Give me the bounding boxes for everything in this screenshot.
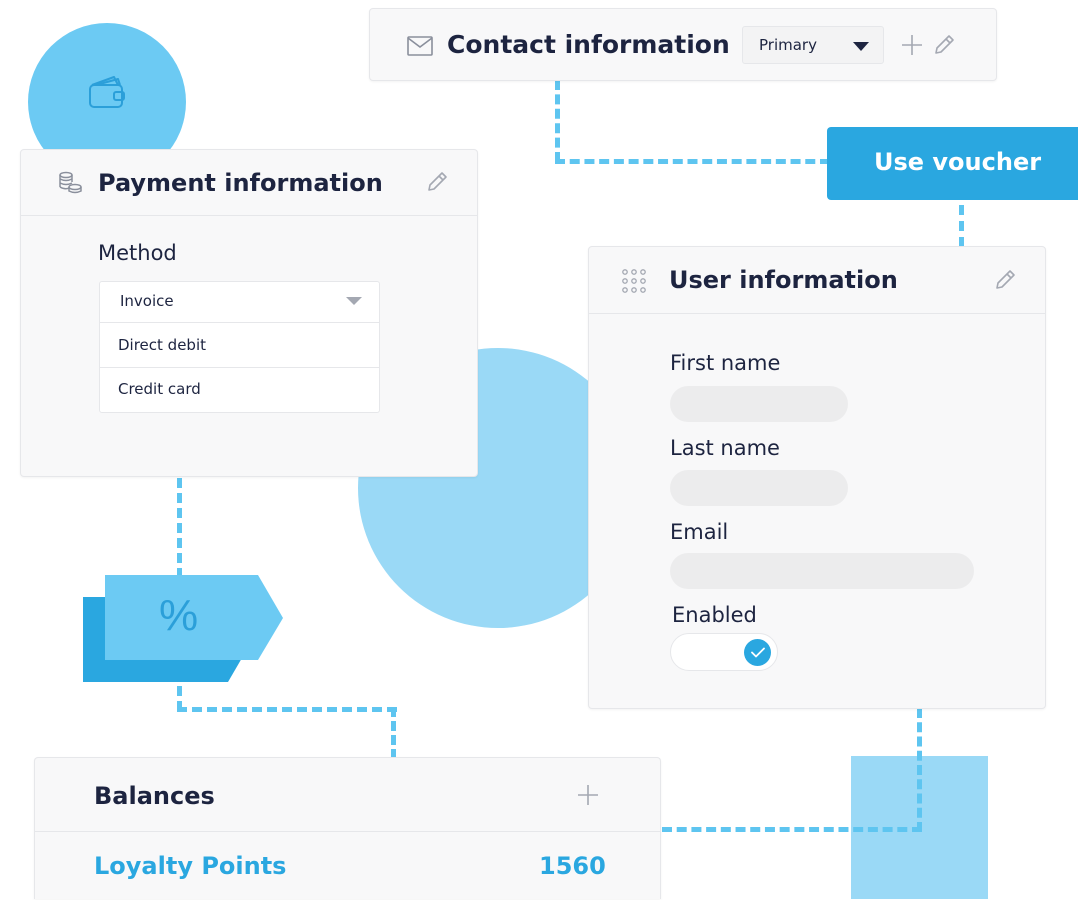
envelope-icon [407, 36, 433, 56]
payment-information-card: Payment information Method Invoice Direc… [20, 149, 478, 477]
connector [177, 478, 182, 578]
toggle-knob [744, 639, 771, 666]
user-information-title: User information [669, 266, 898, 294]
connector [917, 708, 922, 832]
percent-symbol: % [159, 591, 199, 640]
last-name-field[interactable] [670, 470, 848, 506]
plus-icon[interactable] [902, 35, 922, 55]
first-name-field[interactable] [670, 386, 848, 422]
balance-name: Loyalty Points [94, 852, 287, 880]
contact-type-select[interactable]: Primary [742, 26, 884, 64]
use-voucher-label: Use voucher [874, 148, 1042, 176]
payment-information-title: Payment information [98, 169, 383, 197]
option-label: Direct debit [118, 336, 207, 354]
drag-grid-icon[interactable] [621, 268, 647, 294]
enabled-toggle[interactable] [670, 633, 778, 671]
payment-method-dropdown: Invoice Direct debit Credit card [99, 281, 380, 413]
payment-option-credit-card[interactable]: Credit card [100, 368, 379, 412]
caret-down-icon [853, 42, 869, 51]
email-field[interactable] [670, 553, 974, 589]
connector [959, 205, 964, 247]
enabled-label: Enabled [672, 603, 757, 627]
pencil-icon[interactable] [425, 170, 449, 194]
caret-down-icon [346, 297, 362, 305]
connector [177, 707, 397, 712]
coins-icon [59, 171, 82, 194]
connector [391, 707, 396, 759]
use-voucher-button[interactable]: Use voucher [827, 127, 1078, 200]
contact-information-title: Contact information [447, 30, 730, 59]
connector [662, 827, 922, 832]
email-label: Email [670, 520, 729, 544]
last-name-label: Last name [670, 436, 780, 460]
payment-option-direct-debit[interactable]: Direct debit [100, 323, 379, 368]
pencil-icon[interactable] [932, 33, 956, 57]
option-label: Invoice [120, 292, 174, 310]
payment-option-invoice[interactable]: Invoice [100, 282, 379, 323]
check-icon [751, 647, 765, 658]
user-information-card: User information First name Last name Em… [588, 246, 1046, 709]
contact-type-value: Primary [759, 36, 817, 54]
option-label: Credit card [118, 380, 201, 398]
balances-card: Balances Loyalty Points 1560 [34, 757, 661, 899]
pencil-icon[interactable] [993, 268, 1017, 292]
balance-value: 1560 [539, 852, 606, 880]
balances-title: Balances [94, 782, 215, 810]
plus-icon[interactable] [578, 785, 598, 805]
contact-information-card: Contact information Primary [369, 8, 997, 81]
first-name-label: First name [670, 351, 781, 375]
wallet-icon [89, 76, 125, 108]
balance-row: Loyalty Points 1560 [35, 832, 660, 900]
connector [555, 80, 560, 162]
connector [555, 159, 830, 164]
method-label: Method [98, 241, 177, 265]
discount-tag: % [83, 575, 288, 685]
